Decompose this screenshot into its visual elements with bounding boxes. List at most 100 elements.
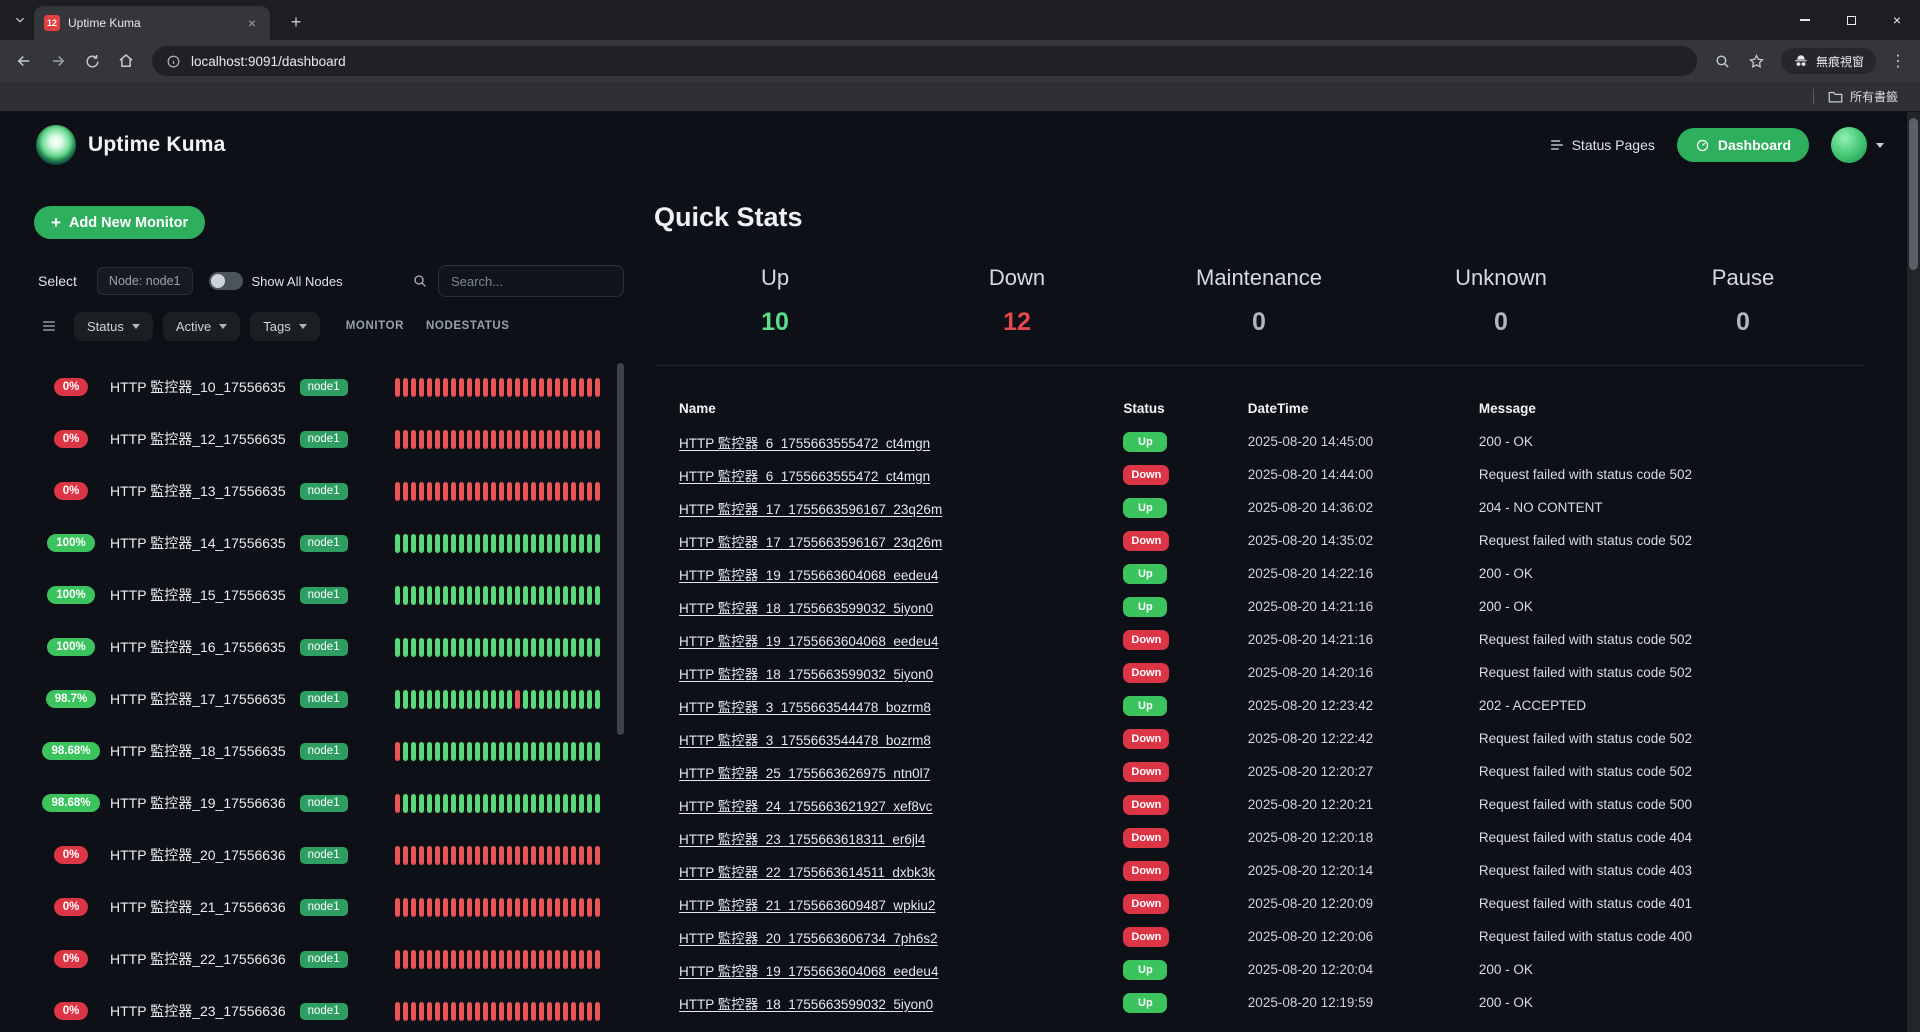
select-button[interactable]: Select: [34, 267, 81, 295]
dashboard-button[interactable]: Dashboard: [1677, 128, 1809, 162]
monitor-link[interactable]: HTTP 監控器_18_1755663599032_5iyon0: [679, 997, 933, 1012]
monitor-link[interactable]: HTTP 監控器_24_1755663621927_xef8vc: [679, 799, 932, 814]
maximize-button[interactable]: [1828, 0, 1874, 40]
beat: [443, 846, 448, 865]
status-badge: Up: [1123, 993, 1167, 1013]
status-filter-dropdown[interactable]: Status: [74, 312, 153, 341]
event-message: 202 - ACCEPTED: [1479, 689, 1864, 722]
sidebar-scrollbar-thumb[interactable]: [617, 363, 624, 735]
beat: [427, 430, 432, 449]
home-button[interactable]: [110, 45, 142, 77]
monitor-list-item[interactable]: 0% HTTP 監控器_21_17556636 node1: [34, 881, 624, 933]
monitor-link[interactable]: HTTP 監控器_3_1755663544478_bozrm8: [679, 733, 931, 748]
bookmark-star-icon[interactable]: [1741, 45, 1773, 77]
monitor-link[interactable]: HTTP 監控器_17_1755663596167_23q26m: [679, 535, 942, 550]
beat: [467, 794, 472, 813]
monitor-list-item[interactable]: 98.68% HTTP 監控器_18_17556635 node1: [34, 725, 624, 777]
close-window-button[interactable]: ×: [1874, 0, 1920, 40]
monitor-link[interactable]: HTTP 監控器_19_1755663604068_eedeu4: [679, 568, 938, 583]
monitor-list-item[interactable]: 0% HTTP 監控器_10_17556635 node1: [34, 361, 624, 413]
monitor-list-item[interactable]: 0% HTTP 監控器_13_17556635 node1: [34, 465, 624, 517]
monitor-list-item[interactable]: 98.7% HTTP 監控器_17_17556635 node1: [34, 673, 624, 725]
beat: [595, 378, 600, 397]
monitor-link[interactable]: HTTP 監控器_23_1755663618311_er6jl4: [679, 832, 925, 847]
monitor-list-item[interactable]: 0% HTTP 監控器_22_17556636 node1: [34, 933, 624, 985]
monitor-link[interactable]: HTTP 監控器_20_1755663606734_7ph6s2: [679, 931, 938, 946]
site-info-icon[interactable]: [166, 54, 181, 69]
brand[interactable]: Uptime Kuma: [36, 125, 226, 165]
uptime-badge: 0%: [54, 898, 89, 916]
forward-button[interactable]: [42, 45, 74, 77]
monitor-link[interactable]: HTTP 監控器_18_1755663599032_5iyon0: [679, 601, 933, 616]
beat: [435, 430, 440, 449]
minimize-button[interactable]: [1782, 0, 1828, 40]
monitor-list-item[interactable]: 0% HTTP 監控器_20_17556636 node1: [34, 829, 624, 881]
beat: [515, 742, 520, 761]
beat: [507, 430, 512, 449]
beat: [523, 586, 528, 605]
monitor-list-item[interactable]: 0% HTTP 監控器_23_17556636 node1: [34, 985, 624, 1032]
monitor-name: HTTP 監控器_19_17556636: [110, 793, 286, 813]
search-input[interactable]: [438, 265, 624, 297]
monitor-link[interactable]: HTTP 監控器_3_1755663544478_bozrm8: [679, 700, 931, 715]
monitor-link[interactable]: HTTP 監控器_22_1755663614511_dxbk3k: [679, 865, 935, 880]
address-bar[interactable]: localhost:9091/dashboard: [152, 46, 1697, 76]
tab-close-icon[interactable]: ×: [244, 14, 260, 32]
tab-search-chevron-icon[interactable]: [6, 6, 34, 34]
beat: [475, 846, 480, 865]
beat: [427, 534, 432, 553]
beat: [531, 846, 536, 865]
beat: [547, 482, 552, 501]
tags-filter-dropdown[interactable]: Tags: [250, 312, 319, 341]
add-monitor-button[interactable]: + Add New Monitor: [34, 206, 205, 239]
beat: [483, 846, 488, 865]
heartbeat-bar: [395, 534, 600, 553]
zoom-indicator-icon[interactable]: [1707, 45, 1739, 77]
filter-label: Tags: [263, 319, 290, 334]
beat: [523, 378, 528, 397]
status-badge: Down: [1123, 894, 1169, 914]
monitor-link[interactable]: HTTP 監控器_18_1755663599032_5iyon0: [679, 667, 933, 682]
beat: [427, 898, 432, 917]
profile-menu[interactable]: [1831, 127, 1884, 163]
monitor-list-item[interactable]: 100% HTTP 監控器_15_17556635 node1: [34, 569, 624, 621]
status-badge: Down: [1123, 630, 1169, 650]
node-filter-chip[interactable]: Node: node1: [97, 267, 193, 295]
browser-toolbar: localhost:9091/dashboard 無痕視窗 ⋮: [0, 40, 1920, 82]
page-scrollbar-thumb[interactable]: [1909, 118, 1918, 270]
monitor-list-item[interactable]: 98.68% HTTP 監控器_19_17556636 node1: [34, 777, 624, 829]
monitor-list-item[interactable]: 100% HTTP 監控器_14_17556635 node1: [34, 517, 624, 569]
events-table-body: HTTP 監控器_6_1755663555472_ct4mgn Up 2025-…: [679, 425, 1864, 1019]
back-button[interactable]: [8, 45, 40, 77]
page-scrollbar-track[interactable]: [1907, 112, 1920, 1032]
monitor-link[interactable]: HTTP 監控器_6_1755663555472_ct4mgn: [679, 469, 930, 484]
beat: [451, 1002, 456, 1021]
browser-menu-icon[interactable]: ⋮: [1884, 47, 1912, 75]
active-filter-dropdown[interactable]: Active: [163, 312, 240, 341]
beat: [483, 898, 488, 917]
beat: [523, 742, 528, 761]
reload-button[interactable]: [76, 45, 108, 77]
monitor-name: HTTP 監控器_15_17556635: [110, 585, 286, 605]
monitor-link[interactable]: HTTP 監控器_19_1755663604068_eedeu4: [679, 634, 938, 649]
monitor-link[interactable]: HTTP 監控器_19_1755663604068_eedeu4: [679, 964, 938, 979]
status-pages-link[interactable]: Status Pages: [1549, 137, 1655, 153]
tab-nodestatus[interactable]: NODESTATUS: [426, 320, 510, 332]
show-all-nodes-toggle[interactable]: [209, 272, 243, 290]
beat: [531, 690, 536, 709]
all-bookmarks-button[interactable]: 所有書籤: [1828, 88, 1898, 105]
list-layout-button[interactable]: [34, 311, 64, 341]
monitor-link[interactable]: HTTP 監控器_25_1755663626975_ntn0l7: [679, 766, 930, 781]
tab-monitor[interactable]: MONITOR: [346, 320, 404, 332]
monitor-link[interactable]: HTTP 監控器_21_1755663609487_wpkiu2: [679, 898, 935, 913]
status-badge: Down: [1123, 927, 1169, 947]
monitor-link[interactable]: HTTP 監控器_6_1755663555472_ct4mgn: [679, 436, 930, 451]
browser-tab[interactable]: 12 Uptime Kuma ×: [34, 6, 270, 40]
new-tab-button[interactable]: +: [282, 8, 310, 36]
monitor-link[interactable]: HTTP 監控器_17_1755663596167_23q26m: [679, 502, 942, 517]
monitor-list-item[interactable]: 100% HTTP 監控器_16_17556635 node1: [34, 621, 624, 673]
monitor-list-item[interactable]: 0% HTTP 監控器_12_17556635 node1: [34, 413, 624, 465]
stat-value: 0: [1380, 308, 1622, 337]
beat: [411, 430, 416, 449]
beat: [587, 534, 592, 553]
